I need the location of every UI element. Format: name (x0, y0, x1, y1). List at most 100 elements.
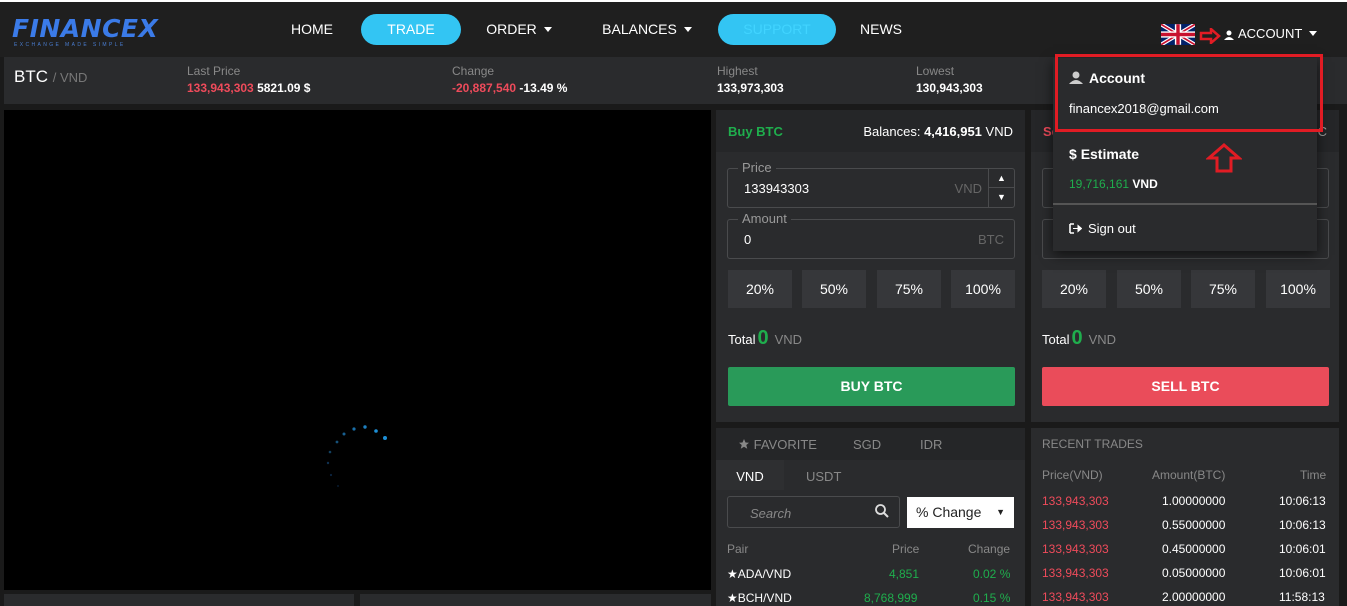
loading-spinner-icon (326, 425, 387, 487)
trade-amount: 2.00000000 (1162, 590, 1226, 604)
buy-price-field[interactable]: Price 133943303 VND ▲ ▼ (727, 160, 1015, 208)
balances-label: Balances: (863, 124, 921, 139)
change-label: Change (452, 64, 495, 78)
total-unit: VND (1088, 332, 1117, 347)
trade-price: 133,943,303 (1042, 518, 1109, 532)
lowest-stat: Lowest 130,943,303 (916, 64, 983, 97)
estimate-title-label: Estimate (1080, 146, 1140, 162)
buy-title: Buy BTC (728, 124, 783, 139)
sell-btc-button[interactable]: SELL BTC (1042, 367, 1329, 406)
estimate-amount: 19,716,161 (1069, 177, 1130, 191)
market-row-pair[interactable]: ★ADA/VND (727, 567, 791, 581)
stepper-up-icon[interactable]: ▲ (989, 169, 1014, 188)
nav-support[interactable]: SUPPORT (718, 14, 836, 45)
trade-amount: 0.05000000 (1162, 566, 1226, 580)
buy-pct-50-button[interactable]: 50% (802, 270, 866, 308)
col-trade-price: Price(VND) (1042, 468, 1103, 482)
total-label: Total (1042, 332, 1070, 347)
amount-input-value[interactable]: 0 (744, 232, 751, 247)
col-price[interactable]: Price (892, 542, 919, 556)
chevron-down-icon (543, 26, 552, 32)
search-input[interactable]: Search (750, 506, 791, 521)
search-icon[interactable] (875, 504, 889, 518)
dollar-icon: $ (1069, 146, 1081, 162)
tab-idr[interactable]: IDR (920, 437, 942, 452)
last-price-value: 133,943,303 (187, 81, 254, 95)
sell-pct-75-button[interactable]: 75% (1191, 270, 1255, 308)
subtab-usdt[interactable]: USDT (806, 469, 841, 484)
lowest-value: 130,943,303 (916, 81, 983, 95)
buy-panel-header: Buy BTC Balances: 4,416,951 VND (716, 110, 1025, 152)
nav-balances[interactable]: BALANCES (597, 14, 697, 45)
sell-pct-100-button[interactable]: 100% (1266, 270, 1330, 308)
recent-trades-title: RECENT TRADES (1042, 437, 1143, 451)
trade-time: 10:06:01 (1279, 566, 1326, 580)
tab-favorite-label: FAVORITE (753, 437, 817, 452)
col-change[interactable]: Change (968, 542, 1010, 556)
buy-balances: Balances: 4,416,951 VND (863, 124, 1013, 139)
trade-time: 11:58:13 (1279, 590, 1325, 604)
nav-balances-label: BALANCES (602, 21, 677, 37)
buy-pct-100-button[interactable]: 100% (951, 270, 1015, 308)
pair-base: BTC (14, 67, 48, 86)
change-value: -20,887,540 (452, 81, 517, 95)
financex-logo[interactable]: FINANCEX EXCHANGE MADE SIMPLE (12, 16, 158, 50)
bottom-panel-strip (360, 594, 711, 606)
trade-price: 133,943,303 (1042, 494, 1109, 508)
balances-unit: VND (985, 124, 1013, 139)
account-menu-button[interactable]: ACCOUNT (1224, 26, 1318, 42)
price-stepper[interactable]: ▲ ▼ (988, 169, 1014, 207)
market-row-change: 0.15 % (973, 591, 1011, 605)
top-navbar: FINANCEX EXCHANGE MADE SIMPLE HOME TRADE… (0, 0, 1347, 57)
market-search[interactable]: Search (727, 496, 900, 528)
sort-select[interactable]: % Change ▼ (907, 497, 1014, 528)
nav-order-label: ORDER (486, 21, 537, 37)
buy-total: Total 0 VND (728, 327, 802, 350)
market-row-pair[interactable]: ★BCH/VND (727, 591, 792, 605)
dropdown-triangle-icon: ▼ (996, 507, 1005, 517)
sell-pct-20-button[interactable]: 20% (1042, 270, 1106, 308)
buy-pct-75-button[interactable]: 75% (877, 270, 941, 308)
price-input-value[interactable]: 133943303 (744, 181, 809, 196)
tab-favorite[interactable]: FAVORITE (738, 437, 817, 452)
total-value: 0 (1071, 327, 1083, 349)
trade-time: 10:06:13 (1279, 494, 1326, 508)
sign-out-button[interactable]: Sign out (1069, 221, 1136, 236)
last-price-label: Last Price (187, 64, 241, 78)
trade-time: 10:06:13 (1279, 518, 1326, 532)
stepper-down-icon[interactable]: ▼ (989, 188, 1014, 207)
price-unit: VND (954, 181, 982, 196)
uk-flag-icon[interactable] (1161, 24, 1195, 45)
amount-label: Amount (738, 211, 791, 226)
trade-price: 133,943,303 (1042, 566, 1109, 580)
col-trade-amount: Amount(BTC) (1152, 468, 1226, 482)
star-icon[interactable]: ★ (727, 591, 738, 605)
chevron-down-icon (1309, 31, 1318, 37)
price-chart-area[interactable] (4, 110, 711, 590)
trade-amount: 0.45000000 (1162, 542, 1226, 556)
total-value: 0 (757, 327, 769, 349)
last-price-stat: Last Price 133,943,303 5821.09 $ (187, 64, 310, 97)
price-label: Price (738, 160, 776, 175)
buy-btc-button[interactable]: BUY BTC (728, 367, 1015, 406)
tab-sgd[interactable]: SGD (853, 437, 881, 452)
buy-pct-20-button[interactable]: 20% (728, 270, 792, 308)
sell-pct-50-button[interactable]: 50% (1117, 270, 1181, 308)
lowest-label: Lowest (916, 64, 955, 78)
total-label: Total (728, 332, 756, 347)
total-unit: VND (774, 332, 803, 347)
nav-trade[interactable]: TRADE (361, 14, 461, 45)
nav-news[interactable]: NEWS (852, 14, 910, 45)
nav-home[interactable]: HOME (283, 14, 341, 45)
star-icon[interactable]: ★ (727, 567, 738, 581)
estimate-value: 19,716,161 VND (1069, 177, 1158, 191)
sell-total: Total 0 VND (1042, 327, 1116, 350)
trading-pair[interactable]: BTC / VND (14, 67, 87, 87)
highest-value: 133,973,303 (717, 81, 784, 95)
col-pair[interactable]: Pair (727, 542, 748, 556)
estimate-section-title: $ Estimate (1069, 146, 1139, 162)
buy-amount-field[interactable]: Amount 0 BTC (727, 211, 1015, 259)
highlight-box (1055, 54, 1323, 132)
nav-order[interactable]: ORDER (480, 14, 558, 45)
subtab-vnd[interactable]: VND (716, 460, 784, 490)
